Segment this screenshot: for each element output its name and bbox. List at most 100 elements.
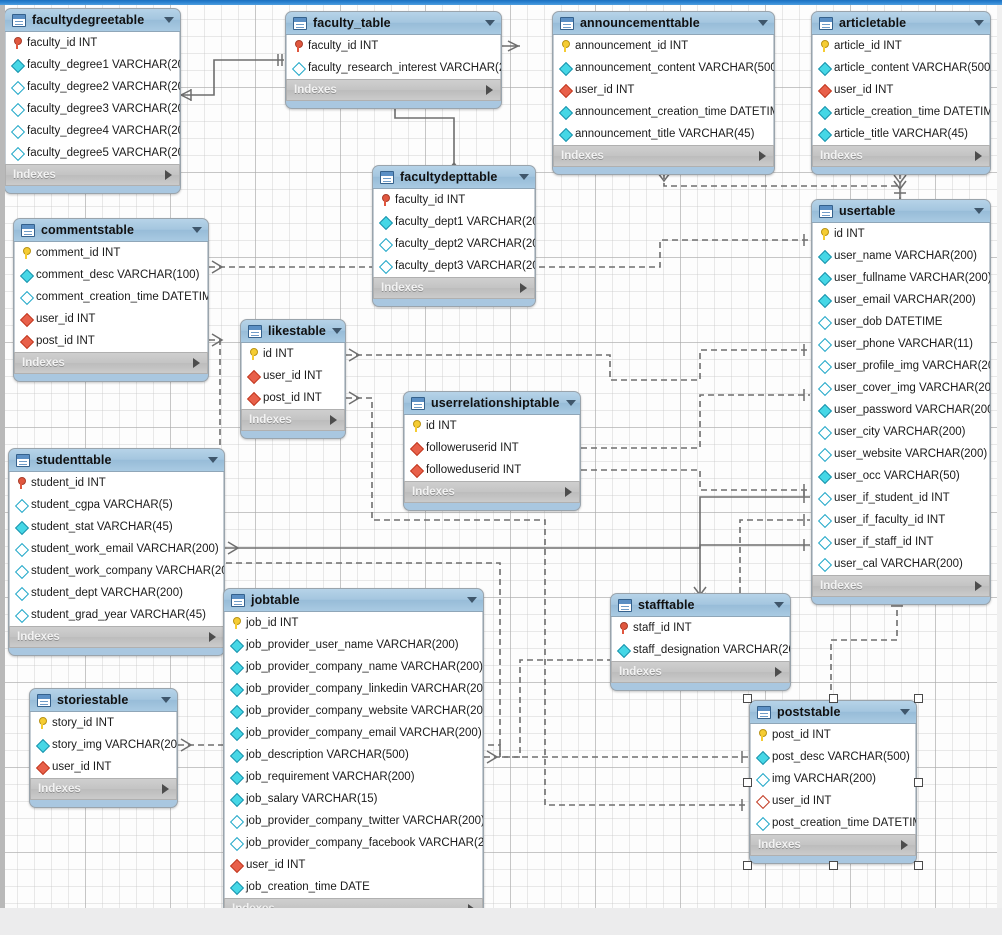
column-row[interactable]: user_id INT — [225, 854, 482, 876]
column-row[interactable]: student_cgpa VARCHAR(5) — [10, 494, 223, 516]
column-row[interactable]: user_password VARCHAR(200) — [813, 399, 990, 421]
table-likestable[interactable]: likestable id INT user_id INT post_id INT In… — [240, 319, 346, 439]
chevron-down-icon[interactable] — [774, 602, 784, 608]
column-row[interactable]: comment_creation_time DATETIME — [15, 286, 208, 308]
expand-right-icon[interactable] — [565, 487, 572, 497]
column-row[interactable]: user_occ VARCHAR(50) — [813, 465, 989, 487]
column-row[interactable]: user_city VARCHAR(200) — [813, 421, 989, 443]
expand-right-icon[interactable] — [975, 151, 982, 161]
indexes-section-commentstable[interactable]: Indexes — [14, 352, 208, 374]
chevron-down-icon[interactable] — [161, 697, 171, 703]
resize-handle[interactable] — [743, 694, 752, 703]
column-row[interactable]: user_id INT — [242, 365, 344, 387]
table-header-userrelationshiptable[interactable]: userrelationshiptable — [404, 392, 580, 415]
resize-handle[interactable] — [743, 861, 752, 870]
column-row[interactable]: announcement_title VARCHAR(45) — [554, 123, 773, 145]
expand-right-icon[interactable] — [975, 581, 982, 591]
indexes-section-faculty_table[interactable]: Indexes — [286, 79, 501, 101]
expand-right-icon[interactable] — [193, 358, 200, 368]
column-row[interactable]: user_cover_img VARCHAR(200) — [813, 377, 990, 399]
column-row[interactable]: student_stat VARCHAR(45) — [10, 516, 223, 538]
column-row[interactable]: user_fullname VARCHAR(200) — [813, 267, 990, 289]
table-usertable[interactable]: usertable id INT user_name VARCHAR(200) use… — [811, 199, 991, 605]
resize-handle[interactable] — [914, 694, 923, 703]
column-row[interactable]: id INT — [405, 415, 579, 437]
indexes-section-facultydepttable[interactable]: Indexes — [373, 277, 535, 299]
table-articletable[interactable]: articletable article_id INT article_conten… — [811, 11, 991, 175]
column-row[interactable]: student_dept VARCHAR(200) — [10, 582, 223, 604]
table-header-facultydegreetable[interactable]: facultydegreetable — [5, 9, 180, 32]
expand-right-icon[interactable] — [520, 283, 527, 293]
column-row[interactable]: story_id INT — [31, 712, 176, 734]
column-row[interactable]: article_title VARCHAR(45) — [813, 123, 989, 145]
column-row[interactable]: faculty_dept2 VARCHAR(200) — [374, 233, 535, 255]
column-row[interactable]: student_grad_year VARCHAR(45) — [10, 604, 223, 626]
table-header-jobtable[interactable]: jobtable — [224, 589, 483, 612]
column-row[interactable]: job_description VARCHAR(500) — [225, 744, 482, 766]
column-row[interactable]: article_id INT — [813, 35, 989, 57]
resize-handle[interactable] — [829, 861, 838, 870]
column-row[interactable]: staff_designation VARCHAR(200) — [612, 639, 790, 661]
indexes-section-announcementtable[interactable]: Indexes — [553, 145, 774, 167]
column-row[interactable]: job_provider_company_linkedin VARCHAR(20… — [225, 678, 483, 700]
indexes-section-storiestable[interactable]: Indexes — [30, 778, 177, 800]
table-announcementtable[interactable]: announcementtable announcement_id INT anno… — [552, 11, 775, 175]
table-header-commentstable[interactable]: commentstable — [14, 219, 208, 242]
column-row[interactable]: faculty_degree1 VARCHAR(200) — [6, 54, 180, 76]
column-row[interactable]: followeduserid INT — [405, 459, 579, 481]
table-header-usertable[interactable]: usertable — [812, 200, 990, 223]
chevron-down-icon[interactable] — [331, 328, 342, 334]
column-row[interactable]: user_dob DATETIME — [813, 311, 989, 333]
column-row[interactable]: job_creation_time DATE — [225, 876, 482, 898]
expand-right-icon[interactable] — [209, 632, 216, 642]
column-row[interactable]: user_if_student_id INT — [813, 487, 989, 509]
column-row[interactable]: job_provider_company_facebook VARCHAR(20… — [225, 832, 483, 854]
column-row[interactable]: comment_id INT — [15, 242, 207, 264]
table-jobtable[interactable]: jobtable job_id INT job_provider_user_name… — [223, 588, 484, 928]
chevron-down-icon[interactable] — [758, 20, 768, 26]
table-header-articletable[interactable]: articletable — [812, 12, 990, 35]
resize-handle[interactable] — [743, 778, 752, 787]
resize-handle[interactable] — [829, 694, 838, 703]
indexes-section-facultydegreetable[interactable]: Indexes — [5, 164, 180, 186]
resize-handle[interactable] — [914, 861, 923, 870]
table-header-studenttable[interactable]: studenttable — [9, 449, 224, 472]
column-row[interactable]: job_provider_company_email VARCHAR(200) — [225, 722, 482, 744]
column-row[interactable]: comment_desc VARCHAR(100) — [15, 264, 207, 286]
column-row[interactable]: id INT — [242, 343, 344, 365]
chevron-down-icon[interactable] — [192, 227, 202, 233]
column-row[interactable]: announcement_content VARCHAR(500) — [554, 57, 774, 79]
column-row[interactable]: announcement_id INT — [554, 35, 773, 57]
resize-handle[interactable] — [914, 778, 923, 787]
table-header-storiestable[interactable]: storiestable — [30, 689, 177, 712]
column-row[interactable]: student_work_email VARCHAR(200) — [10, 538, 223, 560]
column-row[interactable]: faculty_research_interest VARCHAR(200) — [287, 57, 501, 79]
column-row[interactable]: user_id INT — [31, 756, 176, 778]
table-facultydegreetable[interactable]: facultydegreetable faculty_id INT faculty_… — [4, 8, 181, 194]
chevron-down-icon[interactable] — [164, 17, 174, 23]
table-header-facultydepttable[interactable]: facultydepttable — [373, 166, 535, 189]
table-studenttable[interactable]: studenttable student_id INT student_cgpa V… — [8, 448, 225, 656]
column-row[interactable]: announcement_creation_time DATETIME — [554, 101, 774, 123]
chevron-down-icon[interactable] — [519, 174, 529, 180]
indexes-section-studenttable[interactable]: Indexes — [9, 626, 224, 648]
chevron-down-icon[interactable] — [485, 20, 495, 26]
column-row[interactable]: user_cal VARCHAR(200) — [813, 553, 989, 575]
expand-right-icon[interactable] — [162, 784, 169, 794]
expand-right-icon[interactable] — [775, 667, 782, 677]
column-row[interactable]: faculty_degree3 VARCHAR(200) — [6, 98, 180, 120]
table-storiestable[interactable]: storiestable story_id INT story_img VARCHA… — [29, 688, 178, 808]
expand-right-icon[interactable] — [165, 170, 172, 180]
column-row[interactable]: user_name VARCHAR(200) — [813, 245, 989, 267]
table-stafftable[interactable]: stafftable staff_id INT staff_designation … — [610, 593, 791, 691]
column-row[interactable]: post_id INT — [242, 387, 344, 409]
chevron-down-icon[interactable] — [565, 400, 576, 406]
table-facultydepttable[interactable]: facultydepttable faculty_id INT faculty_de… — [372, 165, 536, 307]
expand-right-icon[interactable] — [759, 151, 766, 161]
column-row[interactable]: job_requirement VARCHAR(200) — [225, 766, 482, 788]
column-row[interactable]: job_provider_company_twitter VARCHAR(200… — [225, 810, 483, 832]
column-row[interactable]: user_email VARCHAR(200) — [813, 289, 989, 311]
column-row[interactable]: followeruserid INT — [405, 437, 579, 459]
table-faculty_table[interactable]: faculty_table faculty_id INT faculty_resea… — [285, 11, 502, 109]
table-header-faculty_table[interactable]: faculty_table — [286, 12, 501, 35]
